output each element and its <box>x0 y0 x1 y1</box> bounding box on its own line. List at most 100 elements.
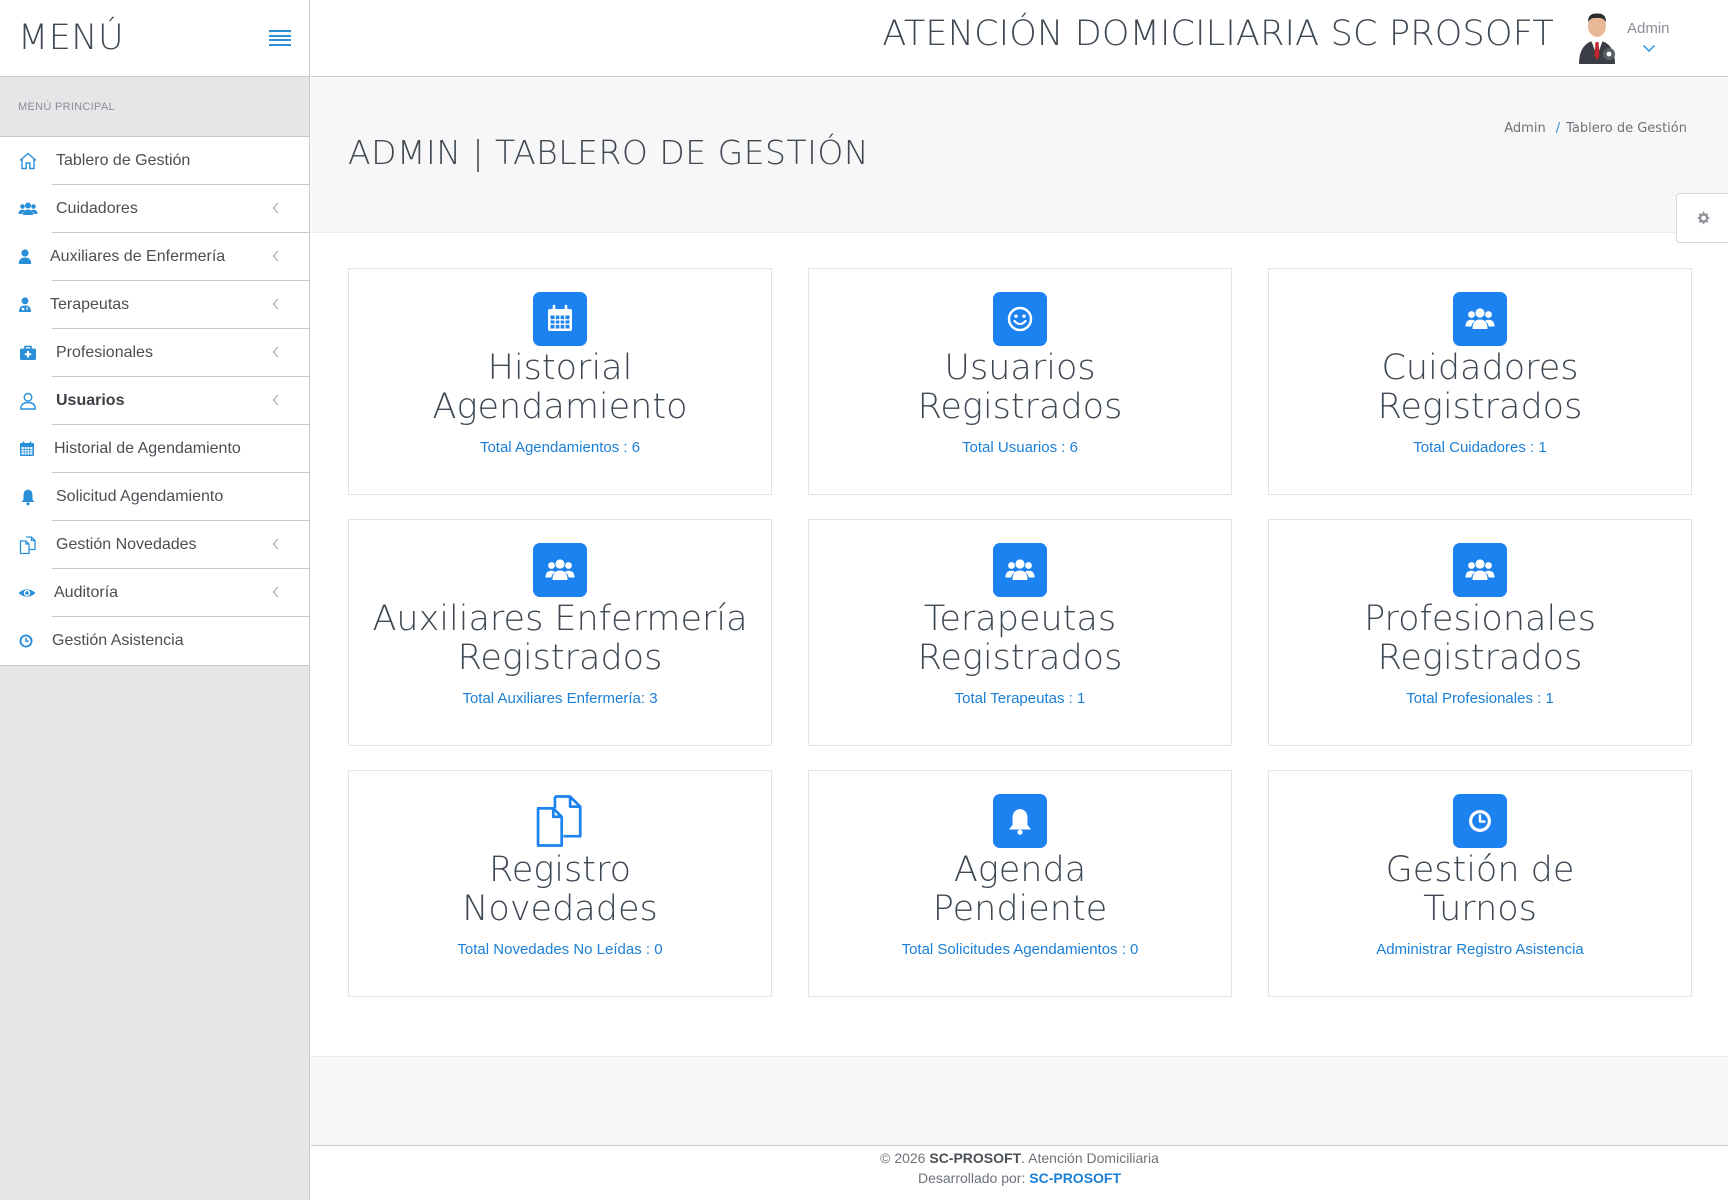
users-icon <box>0 199 56 219</box>
user-icon <box>0 247 50 267</box>
copyright-suffix: . Atención Domiciliaria <box>1021 1150 1159 1166</box>
card-title-line1: Profesionales <box>1364 599 1596 639</box>
sidebar-item-solicitud-agendamiento[interactable]: Solicitud Agendamiento <box>0 473 309 521</box>
home-icon <box>0 151 56 171</box>
card-subtitle[interactable]: Total Agendamientos : 6 <box>480 439 640 456</box>
card-title-line2: Registrados <box>1377 387 1583 427</box>
calendar-icon <box>0 439 54 459</box>
sidebar-nav: Tablero de Gestión Cuidadores Auxiliares… <box>0 137 309 666</box>
sidebar-item-gestion-novedades[interactable]: Gestión Novedades <box>0 521 309 569</box>
card-title-line2: Registrados <box>917 638 1123 678</box>
chevron-left-icon <box>272 538 279 550</box>
page-title: ADMIN | TABLERO DE GESTIÓN <box>348 133 870 172</box>
chevron-left-icon <box>272 298 279 310</box>
content-bottom-area <box>311 1056 1728 1146</box>
users-icon <box>1453 543 1507 597</box>
breadcrumb-item-current: Tablero de Gestión <box>1566 121 1687 136</box>
breadcrumb: Admin / Tablero de Gestión <box>1504 121 1687 136</box>
sidebar-item-label: Tablero de Gestión <box>56 152 191 169</box>
card-subtitle[interactable]: Total Auxiliares Enfermería: 3 <box>462 690 657 707</box>
page-heading: ADMIN | TABLERO DE GESTIÓN Admin / Tablero… <box>311 78 1728 233</box>
card-title-line1: Terapeutas <box>923 599 1117 639</box>
card-usuarios-registrados[interactable]: Usuarios Registrados Total Usuarios : 6 <box>808 268 1232 495</box>
card-title-line1: Usuarios <box>944 348 1096 388</box>
breadcrumb-item-admin[interactable]: Admin <box>1504 121 1545 136</box>
chevron-left-icon <box>272 202 279 214</box>
calendar-icon <box>533 292 587 346</box>
card-subtitle[interactable]: Total Terapeutas : 1 <box>955 690 1086 707</box>
card-subtitle[interactable]: Total Usuarios : 6 <box>962 439 1078 456</box>
footer-developed-by: Desarrollado por: SC-PROSOFT <box>311 1168 1728 1188</box>
sidebar-item-tablero-de-gestion[interactable]: Tablero de Gestión <box>0 137 309 185</box>
settings-toggle-button[interactable] <box>1676 193 1728 243</box>
bell-icon <box>993 794 1047 848</box>
user-name[interactable]: Admin <box>1627 20 1670 37</box>
sidebar-item-terapeutas[interactable]: Terapeutas <box>0 281 309 329</box>
sidebar-item-historial-de-agendamiento[interactable]: Historial de Agendamiento <box>0 425 309 473</box>
card-title-line1: Auxiliares Enfermería <box>372 599 748 639</box>
user-outline-icon <box>0 391 56 411</box>
card-subtitle[interactable]: Total Novedades No Leídas : 0 <box>457 941 662 958</box>
card-historial-agendamiento[interactable]: Historial Agendamiento Total Agendamient… <box>348 268 772 495</box>
breadcrumb-separator: / <box>1555 121 1561 136</box>
chevron-left-icon <box>272 394 279 406</box>
files-icon <box>533 794 587 848</box>
dashboard-cards: Historial Agendamiento Total Agendamient… <box>348 268 1693 997</box>
clock-icon <box>0 631 52 651</box>
sidebar-item-label: Gestión Asistencia <box>52 632 184 649</box>
card-auxiliares-enfermeria-registrados[interactable]: Auxiliares Enfermería Registrados Total … <box>348 519 772 746</box>
card-title-line1: Cuidadores <box>1381 348 1579 388</box>
sidebar-item-label: Historial de Agendamiento <box>54 440 241 457</box>
chevron-left-icon <box>272 346 279 358</box>
card-subtitle[interactable]: Total Solicitudes Agendamientos : 0 <box>902 941 1139 958</box>
sidebar-header: MENÚ <box>0 0 309 77</box>
copyright-prefix: © 2026 <box>880 1150 926 1166</box>
card-title-line1: Historial <box>487 348 633 388</box>
sidebar-item-gestion-asistencia[interactable]: Gestión Asistencia <box>0 617 309 665</box>
card-gestion-de-turnos[interactable]: Gestión de Turnos Administrar Registro A… <box>1268 770 1692 997</box>
card-title-line2: Registrados <box>457 638 663 678</box>
footer-copyright: © 2026 SC-PROSOFT. Atención Domiciliaria <box>311 1148 1728 1168</box>
chevron-left-icon <box>272 250 279 262</box>
medkit-icon <box>0 343 56 363</box>
card-title-line1: Gestión de <box>1385 850 1575 890</box>
users-icon <box>1453 292 1507 346</box>
card-title-line2: Agendamiento <box>432 387 688 427</box>
card-subtitle[interactable]: Administrar Registro Asistencia <box>1376 941 1584 958</box>
sidebar-item-usuarios[interactable]: Usuarios <box>0 377 309 425</box>
clock-icon <box>1453 794 1507 848</box>
chevron-down-icon[interactable] <box>1642 44 1656 53</box>
top-bar: ATENCIÓN DOMICILIARIA SC PROSOFT Admin <box>311 0 1728 77</box>
card-title-line2: Pendiente <box>932 889 1108 929</box>
users-icon <box>533 543 587 597</box>
smile-icon <box>993 292 1047 346</box>
section-label: MENÚ PRINCIPAL <box>0 77 309 137</box>
footer: © 2026 SC-PROSOFT. Atención Domiciliaria… <box>311 1147 1728 1200</box>
card-title-line2: Registrados <box>917 387 1123 427</box>
developer-link[interactable]: SC-PROSOFT <box>1029 1170 1121 1186</box>
hamburger-menu-icon[interactable] <box>269 30 291 46</box>
sidebar-item-auxiliares-de-enfermeria[interactable]: Auxiliares de Enfermería <box>0 233 309 281</box>
sidebar-item-profesionales[interactable]: Profesionales <box>0 329 309 377</box>
card-profesionales-registrados[interactable]: Profesionales Registrados Total Profesio… <box>1268 519 1692 746</box>
developed-label: Desarrollado por: <box>917 1170 1026 1186</box>
sidebar-item-cuidadores[interactable]: Cuidadores <box>0 185 309 233</box>
card-cuidadores-registrados[interactable]: Cuidadores Registrados Total Cuidadores … <box>1268 268 1692 495</box>
footer-brand: SC-PROSOFT <box>929 1150 1022 1166</box>
avatar[interactable] <box>1573 12 1621 64</box>
sidebar-item-auditoria[interactable]: Auditoría <box>0 569 309 617</box>
bell-icon <box>0 487 56 507</box>
card-subtitle[interactable]: Total Profesionales : 1 <box>1406 690 1554 707</box>
gear-icon <box>1697 211 1709 225</box>
card-subtitle[interactable]: Total Cuidadores : 1 <box>1413 439 1546 456</box>
card-registro-novedades[interactable]: Registro Novedades Total Novedades No Le… <box>348 770 772 997</box>
user-md-icon <box>0 295 50 315</box>
app-title: ATENCIÓN DOMICILIARIA SC PROSOFT <box>882 14 1554 54</box>
card-agenda-pendiente[interactable]: Agenda Pendiente Total Solicitudes Agend… <box>808 770 1232 997</box>
card-title-line1: Agenda <box>953 850 1087 890</box>
card-title-line2: Registrados <box>1377 638 1583 678</box>
users-icon <box>993 543 1047 597</box>
menu-title: MENÚ <box>18 18 125 58</box>
card-terapeutas-registrados[interactable]: Terapeutas Registrados Total Terapeutas … <box>808 519 1232 746</box>
chevron-left-icon <box>272 586 279 598</box>
